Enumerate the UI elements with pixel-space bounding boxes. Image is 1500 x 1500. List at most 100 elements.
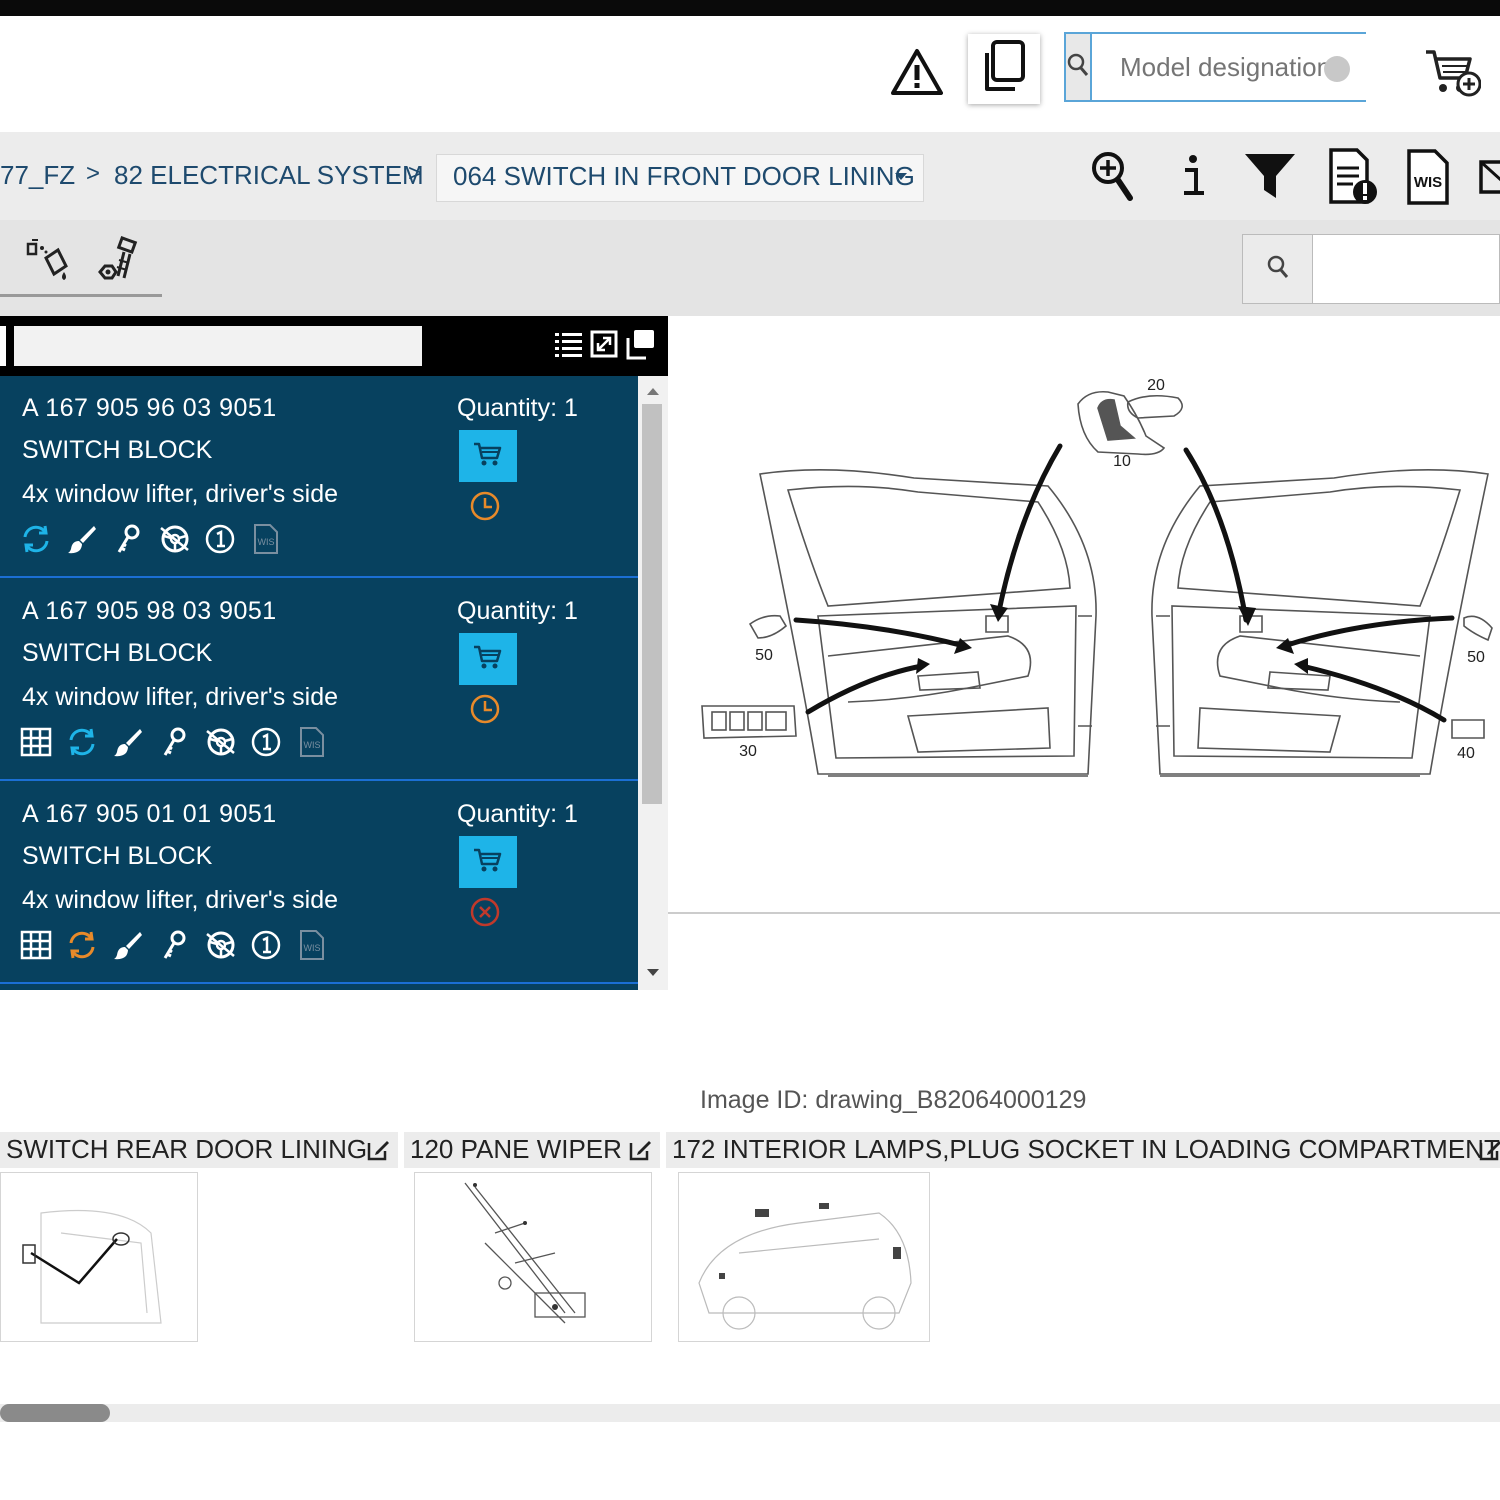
- steering-wheel-icon[interactable]: [158, 522, 190, 556]
- chevron-down-icon: [895, 173, 907, 180]
- refresh-icon[interactable]: [66, 725, 98, 759]
- list-item[interactable]: A 167 905 96 03 9051 SWITCH BLOCK 4x win…: [0, 376, 638, 578]
- steering-wheel-icon[interactable]: [204, 928, 236, 962]
- svg-text:WIS: WIS: [304, 943, 321, 953]
- list-item[interactable]: A 167 905 01 01 9051 SWITCH BLOCK 4x win…: [0, 782, 638, 984]
- paint-parts-icon[interactable]: [24, 236, 72, 284]
- parts-list-scrollbar[interactable]: [638, 376, 668, 990]
- zoom-in-icon[interactable]: [1088, 148, 1136, 204]
- info-icon[interactable]: [1170, 150, 1214, 202]
- paint-brush-icon[interactable]: [112, 928, 144, 962]
- callout-10[interactable]: 10: [1113, 453, 1131, 470]
- tab-label: 172 INTERIOR LAMPS,PLUG SOCKET IN LOADIN…: [672, 1134, 1500, 1164]
- refresh-icon[interactable]: [66, 928, 98, 962]
- info-circle-icon[interactable]: [204, 522, 236, 556]
- refresh-icon[interactable]: [20, 522, 52, 556]
- tab-label: SWITCH REAR DOOR LINING: [6, 1134, 368, 1164]
- key-icon[interactable]: [158, 725, 190, 759]
- part-name: SWITCH BLOCK: [22, 842, 213, 870]
- breadcrumb-item-group[interactable]: 82 ELECTRICAL SYSTEM: [114, 160, 424, 191]
- parts-filter-input[interactable]: [14, 326, 422, 366]
- part-number[interactable]: A 167 905 98 03 9051: [22, 597, 277, 626]
- add-to-cart-button[interactable]: [459, 836, 517, 888]
- parts-search-input[interactable]: [1313, 235, 1499, 303]
- cart-add-icon[interactable]: [1422, 46, 1482, 98]
- part-number[interactable]: A 167 905 01 01 9051: [22, 800, 277, 829]
- image-id-label: Image ID: drawing_B82064000129: [700, 1086, 1087, 1114]
- wis-icon[interactable]: WIS: [250, 522, 282, 556]
- subgroup-dropdown[interactable]: 064 SWITCH IN FRONT DOOR LINING: [436, 154, 924, 202]
- svg-text:WIS: WIS: [258, 537, 275, 547]
- horizontal-scrollbar[interactable]: [0, 1404, 1500, 1422]
- add-to-cart-button[interactable]: [459, 430, 517, 482]
- clock-icon[interactable]: [468, 489, 502, 523]
- tab-interior-lamps[interactable]: 172 INTERIOR LAMPS,PLUG SOCKET IN LOADIN…: [666, 1132, 1500, 1168]
- clear-icon[interactable]: [1324, 56, 1350, 82]
- popout-icon[interactable]: [624, 328, 656, 365]
- tab-switch-rear-door-lining[interactable]: SWITCH REAR DOOR LINING: [0, 1132, 398, 1168]
- edit-icon[interactable]: [1478, 1138, 1500, 1162]
- wis-document-icon[interactable]: WIS: [1404, 148, 1452, 206]
- svg-text:WIS: WIS: [304, 740, 321, 750]
- steering-wheel-icon[interactable]: [204, 725, 236, 759]
- expand-icon[interactable]: [590, 330, 618, 363]
- part-quantity: Quantity: 1: [457, 800, 578, 828]
- related-thumbnails: [0, 1172, 1500, 1344]
- edit-icon[interactable]: [628, 1138, 652, 1162]
- screw-nut-icon[interactable]: [96, 236, 144, 284]
- model-designation-input[interactable]: [1092, 34, 1455, 100]
- parts-drawing[interactable]: 10 20 30 40 50 50: [668, 316, 1500, 914]
- callout-50-left[interactable]: 50: [755, 647, 773, 664]
- callout-40[interactable]: 40: [1457, 745, 1475, 762]
- part-description: 4x window lifter, driver's side: [22, 683, 339, 711]
- warning-icon[interactable]: [890, 46, 944, 98]
- list-view-icon[interactable]: [554, 330, 584, 363]
- copy-button[interactable]: [968, 34, 1040, 104]
- list-item[interactable]: A 167 905 98 03 9051 SWITCH BLOCK 4x win…: [0, 579, 638, 781]
- wis-icon[interactable]: WIS: [296, 725, 328, 759]
- list-header-marker: [0, 326, 6, 366]
- key-icon[interactable]: [112, 522, 144, 556]
- copy-icon: [979, 39, 1029, 100]
- thumbnail-interior-lamps[interactable]: [678, 1172, 930, 1342]
- scroll-down-icon[interactable]: [646, 968, 660, 978]
- door-drawing-svg: 10 20 30 40 50 50: [701, 377, 1493, 777]
- add-to-cart-button[interactable]: [459, 633, 517, 685]
- parts-list: A 167 905 96 03 9051 SWITCH BLOCK 4x win…: [0, 376, 638, 990]
- cart-icon: [473, 441, 503, 472]
- scrollbar-thumb[interactable]: [642, 404, 662, 804]
- tab-label: 120 PANE WIPER: [410, 1134, 622, 1164]
- tab-pane-wiper[interactable]: 120 PANE WIPER: [404, 1132, 660, 1168]
- info-circle-icon[interactable]: [250, 928, 282, 962]
- wis-icon[interactable]: WIS: [296, 928, 328, 962]
- horizontal-scrollbar-thumb[interactable]: [0, 1404, 110, 1422]
- paint-brush-icon[interactable]: [66, 522, 98, 556]
- part-actions: WIS: [20, 522, 282, 556]
- part-quantity: Quantity: 1: [457, 394, 578, 422]
- parts-list-header: [0, 316, 668, 376]
- parts-search-button[interactable]: [1243, 235, 1313, 303]
- callout-20[interactable]: 20: [1147, 377, 1165, 394]
- thumbnail-pane-wiper[interactable]: [414, 1172, 652, 1342]
- grid-icon[interactable]: [20, 725, 52, 759]
- part-number[interactable]: A 167 905 96 03 9051: [22, 394, 277, 423]
- key-icon[interactable]: [158, 928, 190, 962]
- breadcrumb-item-model[interactable]: 77_FZ: [0, 160, 75, 191]
- part-name: SWITCH BLOCK: [22, 436, 213, 464]
- clock-icon[interactable]: [468, 692, 502, 726]
- scroll-up-icon[interactable]: [646, 386, 660, 396]
- search-button[interactable]: [1066, 34, 1092, 100]
- callout-30[interactable]: 30: [739, 743, 757, 760]
- edit-icon[interactable]: [366, 1138, 390, 1162]
- paint-brush-icon[interactable]: [112, 725, 144, 759]
- part-quantity: Quantity: 1: [457, 597, 578, 625]
- grid-icon[interactable]: [20, 928, 52, 962]
- mail-icon[interactable]: [1478, 156, 1500, 200]
- callout-50-right[interactable]: 50: [1467, 649, 1485, 666]
- part-name: SWITCH BLOCK: [22, 639, 213, 667]
- document-alert-icon[interactable]: [1326, 148, 1380, 206]
- filter-icon[interactable]: [1242, 150, 1298, 202]
- unavailable-icon[interactable]: [468, 895, 502, 929]
- thumbnail-switch-rear-door[interactable]: [0, 1172, 198, 1342]
- info-circle-icon[interactable]: [250, 725, 282, 759]
